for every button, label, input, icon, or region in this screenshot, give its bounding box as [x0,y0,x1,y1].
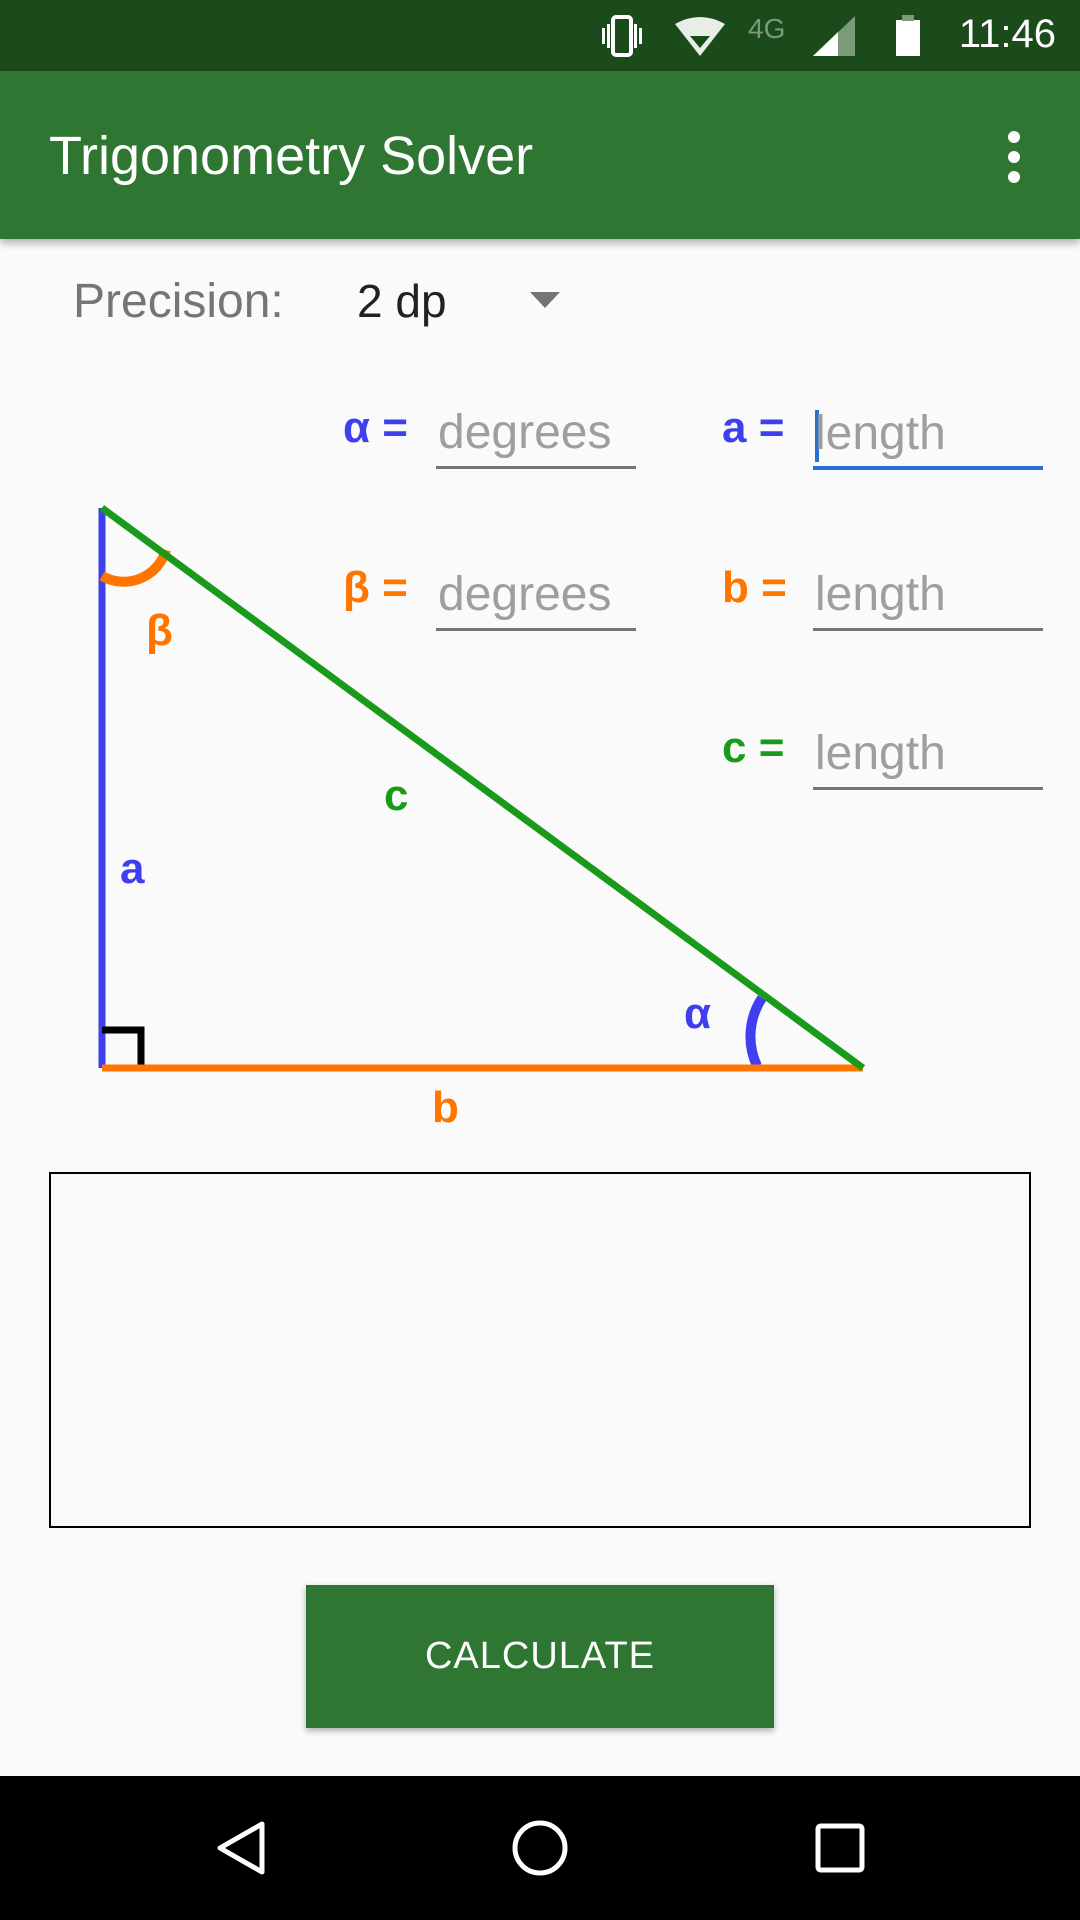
alpha-arc [745,995,767,1069]
vibrate-icon [602,15,642,57]
app-title: Trigonometry Solver [49,126,534,186]
label-beta: β [146,606,173,655]
right-angle-marker [102,1026,145,1068]
recents-icon[interactable] [814,1822,868,1876]
calculate-button[interactable]: CALCULATE [306,1585,774,1728]
home-icon[interactable] [510,1818,570,1878]
network-type: 4G [748,14,785,44]
a-placeholder: length [815,407,946,460]
app-bar: Trigonometry Solver [0,71,1080,239]
beta-arc [99,548,171,587]
label-c: c [384,771,408,820]
calculate-label: CALCULATE [424,1635,656,1677]
a-input[interactable]: length [813,404,1043,470]
label-b: b [432,1083,459,1132]
label-a: a [120,844,145,893]
alpha-label: α = [343,403,408,452]
a-label: a = [722,403,785,452]
alpha-input[interactable]: degrees [436,403,636,469]
chevron-down-icon [530,292,560,308]
navigation-bar [0,1776,1080,1920]
alpha-placeholder: degrees [438,406,612,459]
precision-value: 2 dp [357,275,447,327]
result-box [49,1172,1031,1528]
status-bar: 4G 11:46 [0,0,1080,71]
signal-icon [813,16,855,56]
back-icon[interactable] [214,1820,270,1876]
battery-icon [896,15,920,56]
side-c [99,505,866,1071]
precision-dropdown[interactable]: 2 dp [340,262,580,342]
clock: 11:46 [958,12,1056,56]
precision-label: Precision: [73,275,284,328]
wifi-icon [675,17,725,56]
more-vert-icon[interactable] [996,129,1032,185]
label-alpha: α [684,989,711,1038]
triangle-diagram: β a c α b [98,505,866,1132]
